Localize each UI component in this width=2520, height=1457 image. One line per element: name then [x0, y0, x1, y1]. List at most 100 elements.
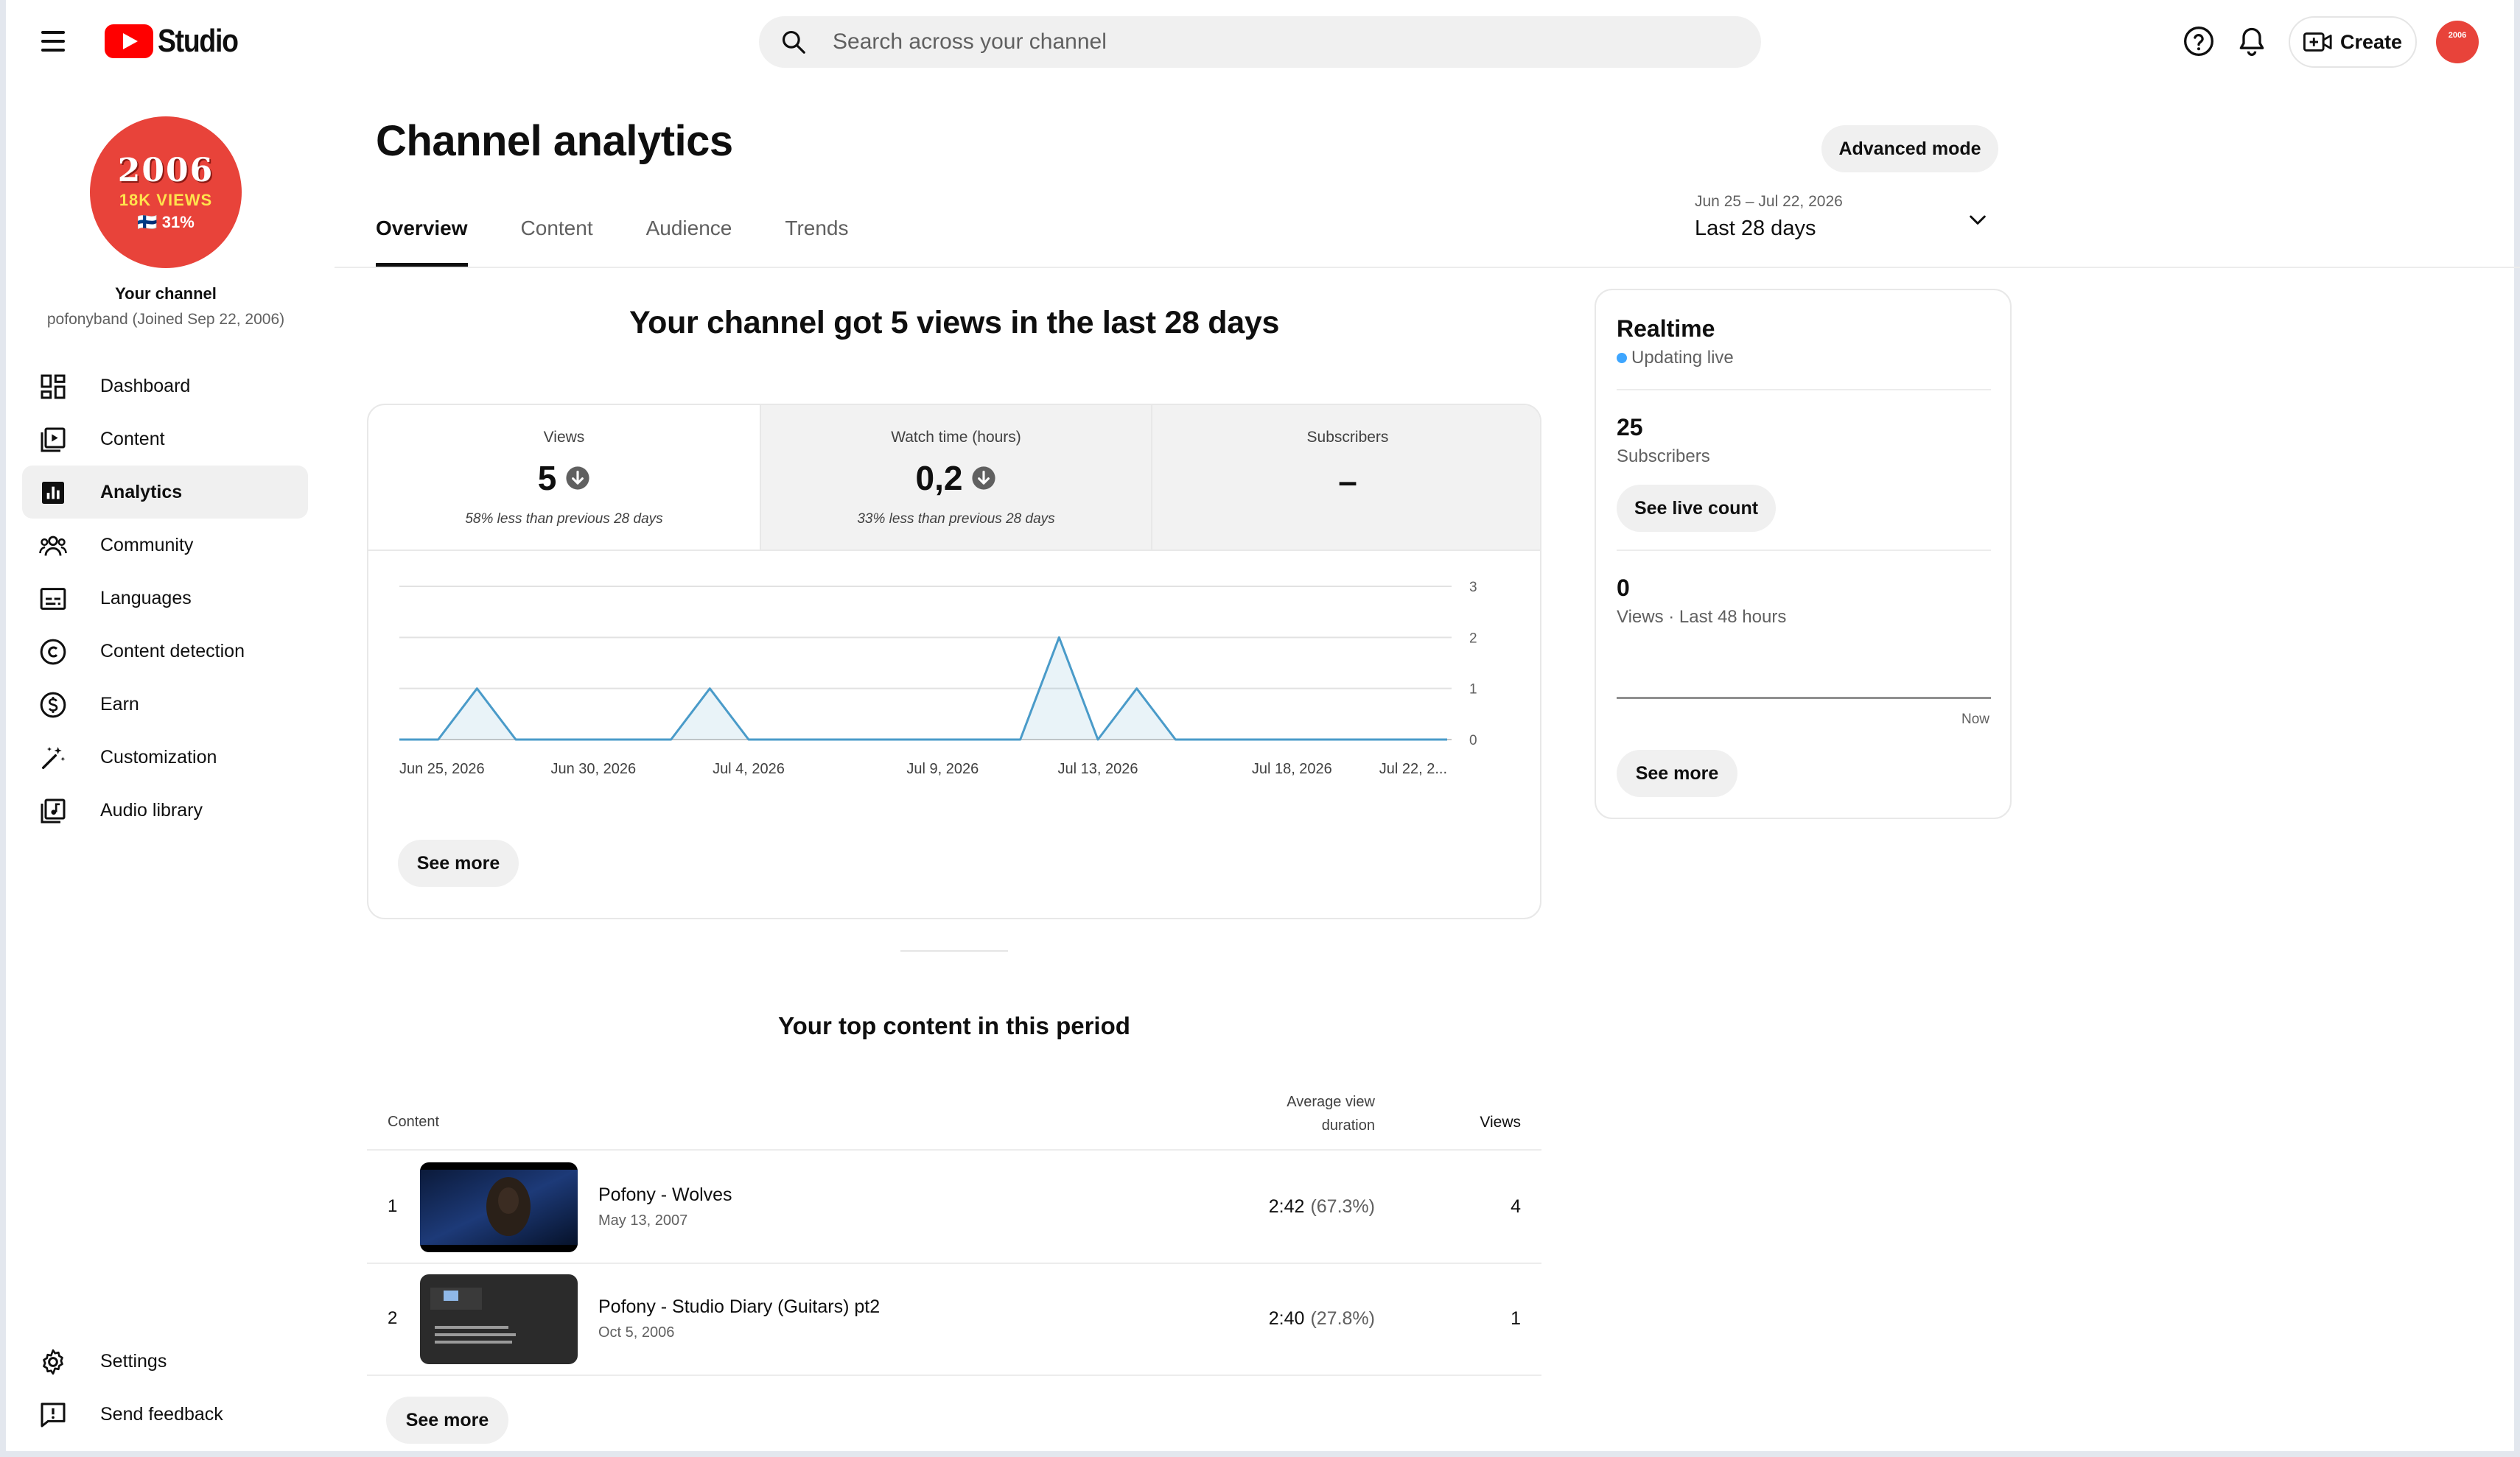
account-avatar[interactable]: 2006 [2436, 21, 2479, 63]
channel-subtitle: pofonyband (Joined Sep 22, 2006) [46, 311, 285, 328]
x-tick-label: Jul 22, 2... [1379, 761, 1447, 777]
live-dot-icon [1617, 353, 1627, 363]
data-point[interactable] [1169, 734, 1181, 745]
data-point[interactable] [704, 683, 715, 695]
studio-logo[interactable]: Studio [105, 21, 252, 62]
data-point[interactable] [1441, 734, 1453, 745]
data-point[interactable] [937, 734, 948, 745]
x-tick-label: Jun 25, 2026 [399, 761, 485, 777]
tab-content[interactable]: Content [521, 217, 593, 267]
sidebar-item-content[interactable]: Content [22, 412, 308, 466]
data-point[interactable] [859, 734, 871, 745]
data-point[interactable] [1402, 734, 1414, 745]
notifications-bell-icon[interactable] [2236, 25, 2268, 57]
metric-label: Views [543, 429, 585, 446]
search-bar[interactable] [759, 16, 1761, 68]
data-point[interactable] [1247, 734, 1259, 745]
create-label: Create [2340, 30, 2403, 53]
data-point[interactable] [510, 734, 522, 745]
chart-see-more-button[interactable]: See more [398, 840, 519, 887]
views-headline: Your channel got 5 views in the last 28 … [629, 305, 1280, 340]
sidebar-item-label: Community [100, 534, 194, 555]
sidebar-item-dashboard[interactable]: Dashboard [22, 359, 308, 412]
sidebar-item-label: Send feedback [100, 1403, 223, 1425]
data-point[interactable] [1053, 631, 1065, 643]
help-icon[interactable] [2183, 25, 2215, 57]
date-range-selector[interactable]: Jun 25 – Jul 22, 2026 Last 28 days [1695, 193, 2004, 252]
search-icon[interactable] [780, 28, 808, 56]
sidebar-item-community[interactable]: Community [22, 519, 308, 572]
metric-views-tab[interactable]: Views 5 58% less than previous 28 days [368, 405, 760, 551]
top-content-see-more-button[interactable]: See more [386, 1397, 508, 1444]
data-point[interactable] [1325, 734, 1337, 745]
data-point[interactable] [471, 683, 483, 695]
sidebar-item-languages[interactable]: Languages [22, 572, 308, 625]
data-point[interactable] [1015, 734, 1026, 745]
sidebar-item-content-detection[interactable]: Content detection [22, 625, 308, 678]
data-point[interactable] [782, 734, 794, 745]
y-tick-label: 3 [1469, 580, 1477, 595]
realtime-subscribers-label: Subscribers [1617, 446, 1710, 466]
data-point[interactable] [1364, 734, 1376, 745]
data-point[interactable] [1092, 734, 1104, 745]
tab-trends[interactable]: Trends [785, 217, 848, 267]
tab-overview[interactable]: Overview [376, 217, 468, 267]
sidebar-item-earn[interactable]: Earn [22, 678, 308, 731]
your-channel-label: Your channel [115, 284, 217, 303]
sidebar-item-label: Languages [100, 587, 192, 608]
create-button[interactable]: Create [2289, 16, 2417, 68]
y-tick-label: 1 [1469, 682, 1477, 698]
metric-watch-time-tab[interactable]: Watch time (hours) 0,2 33% less than pre… [760, 405, 1151, 551]
tab-audience[interactable]: Audience [646, 217, 732, 267]
data-point[interactable] [587, 734, 599, 745]
see-live-count-button[interactable]: See live count [1617, 485, 1776, 532]
metric-value: – [1338, 462, 1357, 500]
video-title[interactable]: Pofony - Studio Diary (Guitars) pt2 [598, 1296, 880, 1318]
video-thumbnail[interactable] [420, 1274, 578, 1364]
account-avatar-text: 2006 [2448, 31, 2467, 40]
data-point[interactable] [393, 734, 405, 745]
sidebar-item-settings[interactable]: Settings [22, 1335, 308, 1388]
content-icon [41, 427, 66, 452]
sidebar-item-label: Audio library [100, 799, 203, 821]
data-point[interactable] [743, 734, 755, 745]
y-tick-label: 2 [1469, 631, 1477, 646]
data-point[interactable] [820, 734, 832, 745]
sidebar-item-analytics[interactable]: Analytics [22, 466, 308, 519]
arrow-down-circle-icon [566, 466, 589, 490]
data-point[interactable] [665, 734, 677, 745]
copyright-icon [40, 639, 66, 665]
sidebar-item-send-feedback[interactable]: Send feedback [22, 1388, 308, 1441]
avd-percent: (27.8%) [1310, 1308, 1375, 1329]
data-point[interactable] [549, 734, 561, 745]
data-point[interactable] [976, 734, 987, 745]
column-header-content: Content [388, 1114, 440, 1130]
data-point[interactable] [1131, 683, 1143, 695]
table-row[interactable]: 1 Pofony - Wolves May 13, 2007 2:42 (67.3… [367, 1152, 1541, 1264]
realtime-see-more-button[interactable]: See more [1617, 750, 1737, 797]
search-input[interactable] [833, 16, 1717, 68]
video-thumbnail[interactable] [420, 1162, 578, 1252]
column-header-views[interactable]: Views [1480, 1114, 1521, 1131]
advanced-mode-button[interactable]: Advanced mode [1821, 125, 1998, 172]
date-period-label: Last 28 days [1695, 217, 1816, 240]
data-point[interactable] [898, 734, 910, 745]
data-point[interactable] [433, 734, 444, 745]
data-point[interactable] [1208, 734, 1220, 745]
x-tick-label: Jul 18, 2026 [1252, 761, 1332, 777]
arrow-down-circle-icon [972, 466, 996, 490]
realtime-card: Realtime Updating live 25 Subscribers Se… [1595, 289, 2012, 819]
sidebar-item-customization[interactable]: Customization [22, 731, 308, 784]
data-point[interactable] [1286, 734, 1298, 745]
channel-avatar[interactable]: 2006 18K VIEWS 🇫🇮 31% [90, 116, 242, 268]
data-point[interactable] [626, 734, 638, 745]
dollar-icon [40, 692, 66, 718]
video-title[interactable]: Pofony - Wolves [598, 1184, 732, 1206]
sidebar-item-label: Content [100, 428, 165, 449]
table-row[interactable]: 2 Pofony - Studio Diary (Guitars) pt2 Oc… [367, 1264, 1541, 1376]
sidebar-item-audio-library[interactable]: Audio library [22, 784, 308, 837]
metric-subscribers-tab[interactable]: Subscribers – [1151, 405, 1540, 551]
avatar-year: 2006 [117, 152, 214, 189]
sidebar-bottom-nav: Settings Send feedback [22, 1335, 308, 1441]
menu-icon[interactable] [38, 27, 71, 56]
